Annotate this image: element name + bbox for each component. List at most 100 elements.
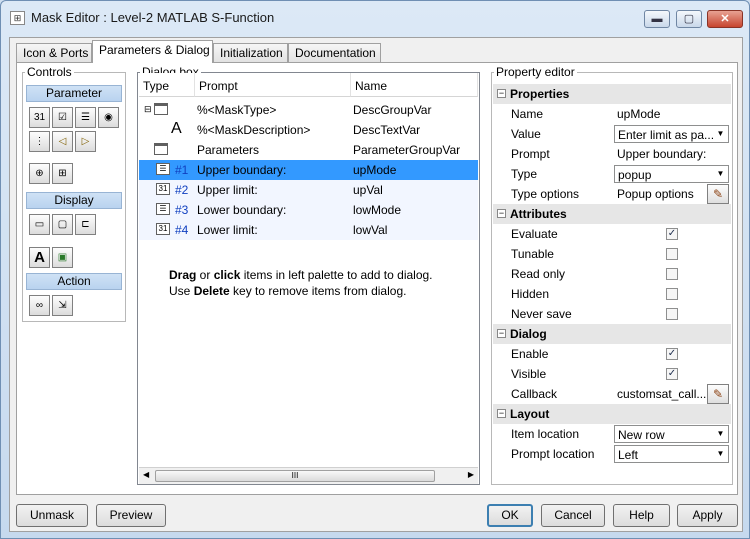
evaluate-checkbox[interactable]: ✓ [666,228,678,240]
category-properties[interactable]: − Properties [493,84,731,104]
column-type[interactable]: Type [139,73,195,97]
scroll-right-icon[interactable]: ▶ [468,470,474,479]
table-row[interactable]: Parameters ParameterGroupVar [139,140,478,160]
collapse-icon[interactable]: − [497,89,506,98]
apply-button[interactable]: Apply [677,504,738,527]
promote-right-icon[interactable]: ▷ [75,131,96,152]
tab-container-icon[interactable]: ⊏ [75,214,96,235]
collapse-icon[interactable]: − [497,409,506,418]
collapse-icon[interactable]: − [497,209,506,218]
tunable-checkbox[interactable] [666,248,678,260]
item-location-dropdown[interactable]: New row ▼ [614,425,729,443]
hint-or: or [196,268,214,282]
table-row[interactable]: 31 #4 Lower limit: lowVal [139,220,478,240]
property-name[interactable]: Name upMode [493,104,731,124]
dialog-visible[interactable]: Visible ✓ [493,364,731,384]
row-name: DescGroupVar [353,103,432,117]
unmask-button[interactable]: Unmask [16,504,88,527]
property-type[interactable]: Type popup ▼ [493,164,731,184]
property-value[interactable]: upMode [617,107,660,121]
never-save-checkbox[interactable] [666,308,678,320]
pencil-icon[interactable]: ✎ [707,184,729,204]
popup-param-icon[interactable]: ☰ [75,107,96,128]
promote-all-icon[interactable]: ⊞ [52,163,73,184]
category-layout[interactable]: − Layout [493,404,731,424]
collapse-icon[interactable]: − [497,329,506,338]
attribute-never-save[interactable]: Never save [493,304,731,324]
hyperlink-icon[interactable]: ∞ [29,295,50,316]
property-value[interactable]: Upper boundary: [617,147,706,161]
minimize-button[interactable]: ▬ [644,10,670,28]
group-box-icon [154,143,168,155]
help-button[interactable]: Help [613,504,670,527]
button-icon[interactable]: ⇲ [52,295,73,316]
column-name[interactable]: Name [351,73,478,97]
chevron-down-icon[interactable]: ▼ [713,446,728,462]
edit-param-icon[interactable]: 31 [29,107,50,128]
read-only-checkbox[interactable] [666,268,678,280]
pencil-icon[interactable]: ✎ [707,384,729,404]
column-prompt[interactable]: Prompt [195,73,351,97]
image-icon[interactable]: ▣ [52,247,73,268]
attribute-tunable[interactable]: Tunable [493,244,731,264]
type-dropdown[interactable]: popup ▼ [614,165,729,183]
attribute-hidden[interactable]: Hidden [493,284,731,304]
value-dropdown[interactable]: Enter limit as pa... ▼ [614,125,729,143]
checkbox-param-icon[interactable]: ☑ [52,107,73,128]
collapse-icon[interactable]: ⊟ [144,104,152,115]
hidden-checkbox[interactable] [666,288,678,300]
radio-param-icon[interactable]: ◉ [98,107,119,128]
tab-initialization[interactable]: Initialization [213,43,288,62]
dialog-box-group: Dialog box Type Prompt Name ⊟ %<MaskType… [137,65,480,485]
preview-button[interactable]: Preview [96,504,166,527]
group-box-icon[interactable]: ▢ [52,214,73,235]
row-name: DescTextVar [353,123,421,137]
panel-icon[interactable]: ▭ [29,214,50,235]
title-bar[interactable]: ⊞ Mask Editor : Level-2 MATLAB S-Functio… [1,1,749,35]
ok-button[interactable]: OK [487,504,533,527]
client-area: Icon & Ports Parameters & Dialog Initial… [9,37,743,532]
property-prompt[interactable]: Prompt Upper boundary: [493,144,731,164]
scroll-thumb[interactable]: III [155,470,435,482]
close-button[interactable]: ✕ [707,10,743,28]
tab-icon-ports[interactable]: Icon & Ports [16,43,92,62]
table-row-selected[interactable]: ☰ #1 Upper boundary: upMode [139,160,478,180]
enable-checkbox[interactable]: ✓ [666,348,678,360]
promote-left-icon[interactable]: ◁ [52,131,73,152]
edit-icon: 31 [156,223,170,235]
attribute-read-only[interactable]: Read only [493,264,731,284]
cancel-button[interactable]: Cancel [541,504,605,527]
table-row[interactable]: 31 #2 Upper limit: upVal [139,180,478,200]
visible-checkbox[interactable]: ✓ [666,368,678,380]
mask-editor-icon: ⊞ [10,11,25,25]
tab-parameters-dialog[interactable]: Parameters & Dialog [92,40,213,63]
dropdown-value: Left [618,448,639,462]
chevron-down-icon[interactable]: ▼ [713,166,728,182]
property-label: Never save [511,307,572,321]
category-attributes[interactable]: − Attributes [493,204,731,224]
promote-param-icon[interactable]: ⊕ [29,163,50,184]
table-row[interactable]: ⊟ %<MaskType> DescGroupVar [139,100,478,120]
chevron-down-icon[interactable]: ▼ [713,426,728,442]
category-dialog[interactable]: − Dialog [493,324,731,344]
property-label: Name [511,107,544,121]
tab-documentation[interactable]: Documentation [288,43,381,62]
chevron-down-icon[interactable]: ▼ [713,126,728,142]
horizontal-scrollbar[interactable]: ◀ III ▶ [139,467,478,484]
table-row[interactable]: ☰ #3 Lower boundary: lowMode [139,200,478,220]
property-type-options[interactable]: Type options Popup options ✎ [493,184,731,204]
dialog-callback[interactable]: Callback customsat_call... ✎ [493,384,731,404]
text-icon[interactable]: A [29,247,50,268]
row-number: #1 [175,163,189,177]
layout-item-location[interactable]: Item location New row ▼ [493,424,731,444]
table-row[interactable]: A %<MaskDescription> DescTextVar [139,120,478,140]
attribute-evaluate[interactable]: Evaluate ✓ [493,224,731,244]
property-value-row[interactable]: Value Enter limit as pa... ▼ [493,124,731,144]
slider-param-icon[interactable]: ⋮ [29,131,50,152]
prompt-location-dropdown[interactable]: Left ▼ [614,445,729,463]
layout-prompt-location[interactable]: Prompt location Left ▼ [493,444,731,464]
property-label: Read only [511,267,566,281]
maximize-button[interactable]: ▢ [676,10,702,28]
scroll-left-icon[interactable]: ◀ [143,470,149,479]
dialog-enable[interactable]: Enable ✓ [493,344,731,364]
